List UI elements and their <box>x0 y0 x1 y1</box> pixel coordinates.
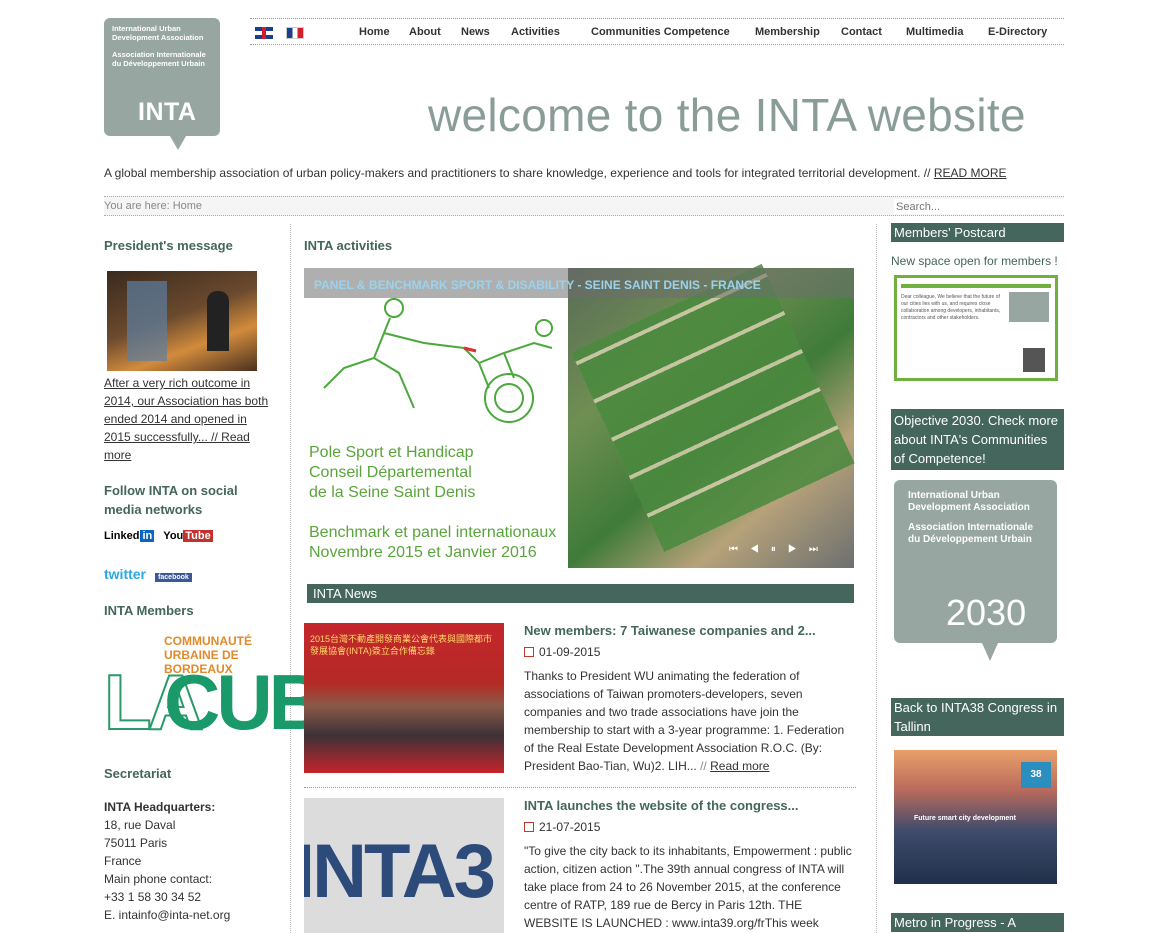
members-title: INTA Members <box>104 603 194 618</box>
president-photo[interactable] <box>107 271 257 371</box>
activities-slider[interactable]: Pole Sport et Handicap Conseil Départeme… <box>304 268 854 568</box>
news-divider <box>304 787 856 788</box>
nav-about[interactable]: About <box>409 26 441 38</box>
pause-icon[interactable]: ⏸ <box>771 544 788 555</box>
tagline: A global membership association of urban… <box>104 166 1007 180</box>
address-line: E. intainfo@inta-net.org <box>104 908 231 922</box>
right-column-divider <box>876 224 877 933</box>
postcard-image[interactable]: Dear colleague, We believe that the futu… <box>894 275 1058 381</box>
lacub-cub: CUB <box>164 658 325 746</box>
address-line: France <box>104 854 142 868</box>
address-line: 75011 Paris <box>104 836 168 850</box>
nav-contact[interactable]: Contact <box>841 26 882 38</box>
left-column-divider <box>290 224 291 933</box>
social-row-1: Linked in You Tube <box>104 530 213 542</box>
logo-brand: INTA <box>138 98 197 126</box>
news-title[interactable]: New members: 7 Taiwanese companies and 2… <box>524 623 816 638</box>
slide-aerial-photo <box>568 268 854 568</box>
address-line: +33 1 58 30 34 52 <box>104 890 202 904</box>
nav-multimedia[interactable]: Multimedia <box>906 26 963 38</box>
news-image[interactable]: INTA3 <box>304 798 504 933</box>
calendar-icon <box>524 647 534 657</box>
slide-left-panel: Pole Sport et Handicap Conseil Départeme… <box>304 268 568 568</box>
twitter-icon[interactable]: twitter <box>104 566 146 582</box>
news-read-more-link[interactable]: Read more <box>710 759 769 773</box>
welcome-heading: welcome to the INTA website <box>428 89 1026 141</box>
uk-flag-icon[interactable] <box>255 27 273 39</box>
slide-text-line: Pole Sport et Handicap <box>309 444 474 461</box>
secretariat-title: Secretariat <box>104 766 172 781</box>
nav-e-directory[interactable]: E-Directory <box>988 26 1047 38</box>
news-body: "To give the city back to its inhabitant… <box>524 844 852 930</box>
news-band: INTA News <box>307 584 854 603</box>
youtube-icon[interactable]: You Tube <box>163 530 213 542</box>
nav-activities[interactable]: Activities <box>511 26 560 38</box>
next-slide-icon[interactable]: ▶ <box>788 544 809 555</box>
badge-line-en: International Urban Development Associat… <box>908 490 1030 513</box>
tallinn-caption: Future smart city development <box>914 815 1016 822</box>
breadcrumb: You are here: Home <box>104 200 203 212</box>
top-navigation: Home About News Activities Communities C… <box>250 18 1064 45</box>
breadcrumb-bar: You are here: Home <box>104 196 1064 216</box>
tagline-text: A global membership association of urban… <box>104 166 921 180</box>
prev-slide-icon[interactable]: ◀ <box>750 544 771 555</box>
nav-home[interactable]: Home <box>359 26 390 38</box>
news-date: 01-09-2015 <box>524 645 600 659</box>
lacub-logo[interactable]: COMMUNAUTÉ URBAINE DE BORDEAUX LA CUB <box>103 634 325 746</box>
slide-text-line: Benchmark et panel internationaux <box>309 524 557 541</box>
objective-band[interactable]: Objective 2030. Check more about INTA's … <box>891 409 1064 470</box>
postcard-text[interactable]: New space open for members ! <box>891 254 1058 268</box>
social-row-2: twitter facebook <box>104 566 192 582</box>
last-slide-icon[interactable]: ⏭ <box>809 544 830 555</box>
slide-text-line: de la Seine Saint Denis <box>309 484 476 501</box>
badge-line-fr: Association Internationale du Développem… <box>908 522 1034 545</box>
linkedin-icon[interactable]: Linked in <box>104 530 155 542</box>
address-line: 18, rue Daval <box>104 818 176 832</box>
president-message-title: President's message <box>104 238 233 253</box>
logo-line-fr: Association Internationale du Développem… <box>112 50 206 68</box>
calendar-icon <box>524 822 534 832</box>
badge-number: 2030 <box>946 592 1027 633</box>
address-line: Main phone contact: <box>104 872 213 886</box>
activities-title: INTA activities <box>304 238 393 253</box>
objective-2030-badge[interactable]: International Urban Development Associat… <box>894 480 1057 661</box>
tagline-separator: // <box>923 166 931 180</box>
news-image[interactable]: 2015台灣不動產開發商業公會代表與國際都市發展協會(INTA)簽立合作備忘錄 <box>304 623 504 773</box>
search-input[interactable] <box>894 199 1064 214</box>
logo-line-en: International Urban Development Associat… <box>112 24 204 42</box>
read-more-link[interactable]: READ MORE <box>934 166 1007 180</box>
facebook-icon[interactable]: facebook <box>155 573 192 582</box>
slider-controls[interactable]: ⏮◀⏸▶⏭ <box>729 544 830 555</box>
social-title: Follow INTA on social media networks <box>104 483 238 517</box>
congress-band[interactable]: Back to INTA38 Congress in Tallinn <box>891 698 1064 736</box>
nav-membership[interactable]: Membership <box>755 26 820 38</box>
first-slide-icon[interactable]: ⏮ <box>729 544 750 555</box>
metro-band[interactable]: Metro in Progress - A <box>891 913 1064 932</box>
president-message-link[interactable]: After a very rich outcome in 2014, our A… <box>104 374 274 464</box>
news-image-logo: INTA3 <box>304 829 496 914</box>
slide-caption[interactable]: PANEL & BENCHMARK SPORT & DISABILITY - S… <box>304 268 854 298</box>
tallinn-congress-image[interactable]: 38 Future smart city development <box>894 750 1057 884</box>
slide-text-line: Novembre 2015 et Janvier 2016 <box>309 544 537 561</box>
slide-text-line: Conseil Départemental <box>309 464 472 481</box>
news-body: Thanks to President WU animating the fed… <box>524 669 845 773</box>
news-image-banner: 2015台灣不動產開發商業公會代表與國際都市發展協會(INTA)簽立合作備忘錄 <box>310 634 493 656</box>
fr-flag-icon[interactable] <box>286 27 304 39</box>
nav-communities-competence[interactable]: Communities Competence <box>591 26 730 38</box>
nav-news[interactable]: News <box>461 26 490 38</box>
wheelchair-sport-icon <box>323 298 553 423</box>
postcard-band: Members' Postcard <box>891 223 1064 242</box>
hq-title: INTA Headquarters: <box>104 800 216 814</box>
news-title[interactable]: INTA launches the website of the congres… <box>524 798 799 813</box>
news-date: 21-07-2015 <box>524 820 600 834</box>
inta-logo[interactable]: International Urban Development Associat… <box>104 18 220 150</box>
